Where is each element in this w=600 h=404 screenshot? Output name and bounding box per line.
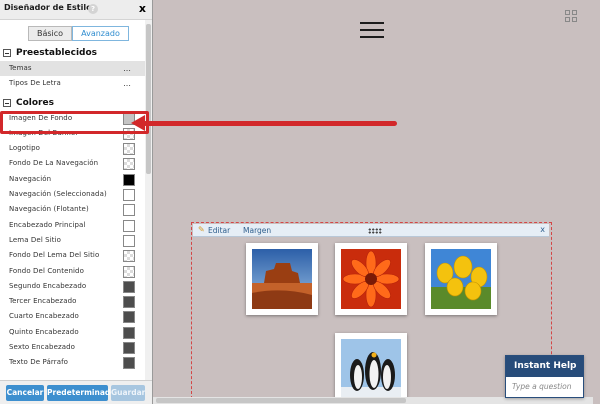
tulips-image [431,249,491,309]
instant-help-title: Instant Help [506,356,583,377]
expand-icon[interactable] [565,10,577,22]
panel-footer: Cancelar Predeterminado Guardar [0,380,152,404]
color-row[interactable]: Quinto Encabezado [0,325,145,340]
color-rows: Imagen De Fondo Imagen Del Banner Logotipo… [0,111,145,371]
widget-toolbar: ✎ Editar Margen x [193,224,549,237]
color-row[interactable]: Encabezado Principal [0,218,145,233]
section-colors[interactable]: Colores [0,95,145,111]
collapse-icon[interactable] [3,98,11,107]
photo-penguins[interactable] [335,333,407,404]
color-row[interactable]: Fondo De La Navegación [0,156,145,171]
color-row[interactable]: Logotipo [0,141,145,156]
cancel-button[interactable]: Cancelar [6,385,44,401]
color-swatch[interactable] [123,311,135,324]
color-label: Sexto Encabezado [9,343,76,352]
instant-help-widget[interactable]: Instant Help Type a question [505,355,584,398]
color-row[interactable]: Cuarto Encabezado [0,309,145,324]
color-label: Logotipo [9,144,41,153]
color-label: Navegación (Seleccionada) [9,190,107,199]
color-label: Tercer Encabezado [9,297,77,306]
default-button[interactable]: Predeterminado [47,385,115,401]
panel-title: Diseñador de Estilo [4,3,92,12]
color-swatch[interactable] [123,250,135,263]
color-label: Segundo Encabezado [9,281,87,290]
color-swatch[interactable] [123,326,135,339]
arrow-head-icon [131,115,145,131]
desert-image [252,249,312,309]
settings-list: Preestablecidos Temas ... Tipos De Letra… [0,45,145,380]
preset-label: Temas [9,64,32,72]
color-row[interactable]: Lema Del Sitio [0,233,145,248]
color-swatch[interactable] [123,357,135,370]
color-label: Fondo De La Navegación [9,159,99,168]
color-row[interactable]: Segundo Encabezado [0,279,145,294]
section-colors-label: Colores [16,97,54,108]
color-swatch[interactable] [123,342,135,355]
panel-header: Diseñador de Estilo ? x [0,0,152,20]
color-label: Encabezado Principal [9,220,86,229]
more-button[interactable]: ... [123,61,131,76]
color-swatch[interactable] [123,143,135,156]
color-swatch[interactable] [123,173,135,186]
scrollbar-thumb[interactable] [146,24,151,174]
mode-tabs: Básico Avanzado [28,26,129,41]
color-label: Navegación [9,174,52,183]
pencil-icon[interactable]: ✎ [198,226,206,234]
penguins-image [341,339,401,399]
scrollbar-thumb[interactable] [156,398,406,403]
question-input[interactable]: Type a question [506,377,583,396]
color-label: Quinto Encabezado [9,327,79,336]
section-presets[interactable]: Preestablecidos [0,45,145,61]
highlight-box [0,111,149,134]
annotation-arrow [143,121,397,126]
color-swatch[interactable] [123,234,135,247]
color-label: Texto De Párrafo [9,358,69,367]
color-swatch[interactable] [123,280,135,293]
canvas-scrollbar[interactable] [153,397,593,404]
close-panel-button[interactable]: x [139,2,146,15]
hamburger-menu-icon[interactable] [360,22,384,43]
color-label: Cuarto Encabezado [9,312,79,321]
color-swatch[interactable] [123,158,135,171]
color-swatch[interactable] [123,189,135,202]
color-swatch[interactable] [123,219,135,232]
section-presets-label: Preestablecidos [16,48,98,58]
photo-gallery-widget: ✎ Editar Margen x [191,222,552,404]
photo-desert[interactable] [246,243,318,315]
photo-flower[interactable] [335,243,407,315]
edit-link[interactable]: Editar [208,226,230,235]
save-button[interactable]: Guardar [111,385,145,401]
color-row[interactable]: Navegación (Seleccionada) [0,187,145,202]
color-label: Navegación (Flotante) [9,205,89,214]
preset-row-themes[interactable]: Temas ... [0,61,145,77]
color-row[interactable]: Tercer Encabezado [0,294,145,309]
preset-label: Tipos De Letra [9,79,61,88]
more-button[interactable]: ... [123,76,131,91]
color-swatch[interactable] [123,265,135,278]
margin-link[interactable]: Margen [243,226,271,235]
widget-close-button[interactable]: x [540,225,545,234]
color-row[interactable]: Fondo Del Lema Del Sitio [0,248,145,263]
color-swatch[interactable] [123,204,135,217]
tab-basic[interactable]: Básico [28,26,73,41]
photo-tulips[interactable] [425,243,497,315]
color-row[interactable]: Navegación [0,172,145,187]
color-row[interactable]: Fondo Del Contenido [0,264,145,279]
color-label: Fondo Del Contenido [9,266,84,275]
color-row[interactable]: Sexto Encabezado [0,340,145,355]
color-label: Fondo Del Lema Del Sitio [9,251,100,260]
panel-scrollbar[interactable] [145,20,152,380]
color-label: Lema Del Sitio [9,235,62,244]
collapse-icon[interactable] [3,49,11,57]
preset-row-fonts[interactable]: Tipos De Letra ... [0,76,145,91]
drag-handle-icon[interactable] [368,228,382,234]
tab-advanced[interactable]: Avanzado [72,26,129,41]
style-designer-panel: Diseñador de Estilo ? x Básico Avanzado … [0,0,153,404]
color-row[interactable]: Texto De Párrafo [0,355,145,370]
color-swatch[interactable] [123,296,135,309]
help-icon[interactable]: ? [88,4,98,14]
flower-image [341,249,401,309]
color-row[interactable]: Navegación (Flotante) [0,202,145,217]
